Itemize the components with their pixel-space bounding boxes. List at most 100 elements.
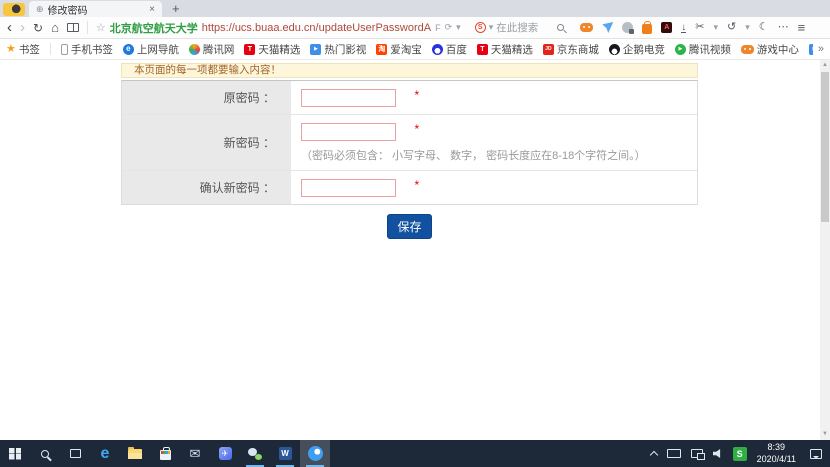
sogou-ime-icon[interactable]: S	[733, 447, 747, 461]
url-text[interactable]: https://ucs.buaa.edu.cn/updateUserPasswo…	[202, 22, 431, 34]
night-mode-moon-icon[interactable]: ☾	[759, 22, 769, 33]
bookmark-item-tvideo[interactable]: ▶ 腾讯视频	[675, 42, 731, 57]
badge-extension-icon[interactable]	[622, 22, 633, 33]
refresh-button[interactable]: ↻	[33, 21, 43, 35]
search-engine-dropdown-icon[interactable]: ▾	[489, 22, 494, 33]
bookmark-item-baidu[interactable]: 百度	[432, 42, 467, 57]
action-center-icon[interactable]	[810, 449, 822, 459]
bookmarks-overflow-icon[interactable]: »	[813, 43, 824, 55]
old-password-label: 原密码 ：	[122, 81, 291, 114]
bookmarks-strip: ★ 书签 手机书签 e 上网导航 腾讯网 T 天猫精选 ▶ 热门影	[6, 42, 813, 57]
task-view-button[interactable]	[60, 440, 90, 467]
undo-history-icon[interactable]: ↺	[727, 22, 736, 33]
bookmark-item-gamecenter[interactable]: 游戏中心	[741, 42, 799, 57]
bookmark-item-tmall2[interactable]: T 天猫精选	[477, 42, 533, 57]
screenshot-dropdown-icon[interactable]: ▾	[713, 22, 718, 33]
scroll-up-icon[interactable]: ▲	[820, 60, 830, 71]
password-rule-hint: （密码必须包含： 小写字母、 数字， 密码长度应在8-18个字符之间。）	[301, 147, 697, 163]
bookmark-item-shuqian[interactable]: ★ 书签	[6, 42, 40, 57]
search-placeholder[interactable]: 在此搜索	[496, 20, 538, 35]
bookmark-label: 京东商城	[557, 42, 599, 57]
home-button[interactable]: ⌂	[51, 20, 59, 35]
bookmark-label: 天猫精选	[491, 42, 533, 57]
tmall-icon: T	[244, 44, 255, 55]
windows-logo-icon	[9, 448, 21, 460]
old-password-input[interactable]	[301, 89, 396, 107]
touch-keyboard-icon[interactable]	[667, 449, 681, 458]
search-icon[interactable]	[557, 24, 564, 31]
page-content: 本页面的每一项都要输入内容！ 原密码 ： * 新密码 ： *	[121, 60, 698, 239]
bookmark-label: 手机书签	[71, 42, 113, 57]
search-box[interactable]: S ▾ 在此搜索	[475, 20, 565, 35]
tab-bar: ⊕ 修改密码 × +	[0, 0, 830, 17]
wechat-app-button[interactable]	[240, 440, 270, 467]
address-bar[interactable]: ☆ 北京航空航天大学 https://ucs.buaa.edu.cn/updat…	[96, 20, 461, 36]
adobe-extension-icon[interactable]: A	[661, 22, 672, 33]
save-button[interactable]: 保存	[387, 214, 431, 239]
download-icon[interactable]: ↓	[681, 23, 686, 33]
history-dropdown-icon[interactable]: ▾	[745, 22, 750, 33]
sogou-browser-icon	[308, 446, 323, 461]
form-row-confirm-password: 确认新密码 ： *	[122, 170, 697, 204]
page-scrollbar[interactable]: ▲ ▼	[820, 60, 830, 440]
mail-app-button[interactable]: ✉	[180, 440, 210, 467]
bookmark-item-mobile[interactable]: 手机书签	[61, 42, 113, 57]
favorite-star-icon[interactable]: ☆	[96, 21, 106, 34]
jd-icon: JD	[543, 44, 554, 55]
word-icon: W	[279, 447, 292, 460]
tab-close-icon[interactable]: ×	[146, 4, 158, 15]
tray-hidden-icons-chevron[interactable]	[649, 450, 657, 458]
start-button[interactable]	[0, 440, 30, 467]
edge-icon: e	[101, 446, 110, 462]
form-cell: *	[291, 171, 697, 204]
back-button[interactable]: ‹	[7, 20, 12, 35]
taskbar-search-button[interactable]	[30, 440, 60, 467]
bookmark-item-movies[interactable]: ▶ 热门影视	[310, 42, 366, 57]
sogou-browser-button[interactable]	[300, 440, 330, 467]
bird-app-icon: ✈	[219, 447, 232, 460]
bookmark-item-tmall[interactable]: T 天猫精选	[244, 42, 300, 57]
network-icon[interactable]	[691, 449, 703, 458]
bookmark-item-penguin[interactable]: 企鹅电竞	[609, 42, 665, 57]
bird-extension-icon[interactable]	[602, 22, 613, 33]
font-flag-icon[interactable]: F	[435, 23, 441, 33]
edge-app-button[interactable]: e	[90, 440, 120, 467]
qq-net-icon	[189, 44, 200, 55]
screen: ⊕ 修改密码 × + ‹ › ↻ ⌂ ☆ 北京航空航天大学 https://uc…	[0, 0, 830, 467]
reload-mode-icon[interactable]: ⟳	[445, 22, 453, 33]
bookmark-label: 天猫精选	[258, 42, 300, 57]
sogou-search-icon[interactable]: S	[475, 22, 486, 33]
new-tab-button[interactable]: +	[172, 2, 180, 16]
more-options-icon[interactable]: ⋯	[778, 22, 789, 33]
bookmark-item-jd[interactable]: JD 京东商城	[543, 42, 599, 57]
bookmark-item-taobao[interactable]: 淘 爱淘宝	[376, 42, 422, 57]
store-app-button[interactable]	[150, 440, 180, 467]
tab-change-password[interactable]: ⊕ 修改密码 ×	[29, 1, 162, 17]
reading-mode-icon[interactable]	[67, 23, 79, 32]
new-password-label: 新密码 ：	[122, 115, 291, 170]
volume-icon[interactable]	[713, 449, 723, 459]
screenshot-scissors-icon[interactable]: ✂	[695, 22, 704, 33]
shopping-extension-icon[interactable]	[642, 24, 652, 34]
scroll-down-icon[interactable]: ▼	[820, 429, 830, 440]
new-password-input[interactable]	[301, 123, 396, 141]
forward-button[interactable]: ›	[20, 20, 25, 35]
extensions-area: A ↓ ✂ ▾ ↺ ▾ ☾ ⋯ ≡	[580, 20, 805, 35]
confirm-password-label: 确认新密码 ：	[122, 171, 291, 204]
bird-app-button[interactable]: ✈	[210, 440, 240, 467]
required-asterisk: *	[414, 88, 419, 102]
scrollbar-thumb[interactable]	[821, 72, 829, 222]
bookmark-item-nav[interactable]: e 上网导航	[123, 42, 179, 57]
file-explorer-button[interactable]	[120, 440, 150, 467]
game-center-extension-icon[interactable]	[580, 23, 593, 32]
url-dropdown-icon[interactable]: ▾	[456, 22, 461, 33]
word-app-button[interactable]: W	[270, 440, 300, 467]
taskbar-clock[interactable]: 8:39 2020/4/11	[757, 442, 796, 465]
bookmark-item-qq[interactable]: 腾讯网	[189, 42, 235, 57]
confirm-password-input[interactable]	[301, 179, 396, 197]
main-menu-icon[interactable]: ≡	[798, 20, 806, 35]
wechat-icon	[248, 448, 262, 460]
form-cell: *	[291, 81, 697, 114]
baidu-paw-icon	[432, 44, 443, 55]
browser-logo-icon[interactable]	[3, 3, 25, 16]
